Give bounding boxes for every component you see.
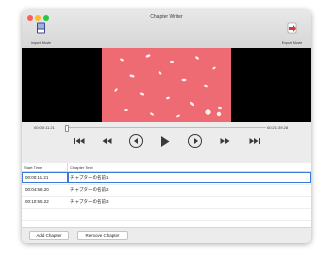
fast-forward-button[interactable] <box>188 134 202 148</box>
export-movie-icon <box>287 22 297 34</box>
title-bar: Chapter Writer Import Movie Export Movie <box>22 10 311 49</box>
play-button[interactable] <box>158 133 172 149</box>
rewind-icon <box>133 138 138 144</box>
empty-row <box>22 208 311 221</box>
row-start-time: 00:00:11.21 <box>25 175 49 180</box>
column-header-start-time[interactable]: Start Time <box>24 165 42 170</box>
playback-controls: 00:00:11.21 00:21:39.28 <box>22 122 311 162</box>
chapter-table: Start Time Chapter Text 00:00:11.21 チャプタ… <box>22 163 311 227</box>
row-chapter-text: チャプターの名前2 <box>70 187 109 192</box>
play-icon <box>161 135 170 147</box>
row-chapter-text: チャプターの名前3 <box>70 199 109 204</box>
app-window: Chapter Writer Import Movie Export Movie <box>22 10 311 243</box>
column-header-chapter-text[interactable]: Chapter Text <box>70 165 93 170</box>
row-chapter-text: チャプターの名前1 <box>70 175 109 180</box>
step-back-icon <box>102 138 112 144</box>
row-start-time: 00:10:55.22 <box>25 199 49 204</box>
add-chapter-button[interactable]: Add Chapter <box>29 231 69 240</box>
fast-forward-icon <box>193 138 198 144</box>
remove-chapter-button[interactable]: Remove Chapter <box>77 231 128 240</box>
step-back-button[interactable] <box>100 133 114 149</box>
timeline-playhead[interactable] <box>65 125 69 132</box>
import-movie-icon <box>37 22 45 34</box>
skip-to-end-icon <box>249 138 260 144</box>
rewind-button[interactable] <box>129 134 143 148</box>
import-movie-label: Import Movie <box>30 41 52 45</box>
step-forward-button[interactable] <box>218 133 232 149</box>
video-player[interactable] <box>22 48 311 122</box>
video-frame-image <box>114 54 222 118</box>
export-movie-label: Export Movie <box>281 41 303 45</box>
window-title: Chapter Writer <box>150 14 183 20</box>
video-frame <box>102 48 231 122</box>
import-movie-button[interactable]: Import Movie <box>24 21 58 45</box>
bottom-bar: Add Chapter Remove Chapter <box>22 227 311 243</box>
skip-to-end-button[interactable] <box>247 133 261 149</box>
export-movie-button[interactable]: Export Movie <box>275 21 309 45</box>
transport-buttons <box>22 133 311 149</box>
current-time: 00:00:11.21 <box>34 125 55 130</box>
end-time: 00:21:39.28 <box>267 125 289 130</box>
row-start-time: 00:04:58.20 <box>25 187 49 192</box>
skip-to-start-icon <box>73 138 84 144</box>
skip-to-start-button[interactable] <box>72 133 86 149</box>
step-forward-icon <box>220 138 230 144</box>
timeline-slider[interactable] <box>67 127 266 128</box>
table-header: Start Time Chapter Text <box>22 163 311 172</box>
column-divider[interactable] <box>67 163 68 171</box>
